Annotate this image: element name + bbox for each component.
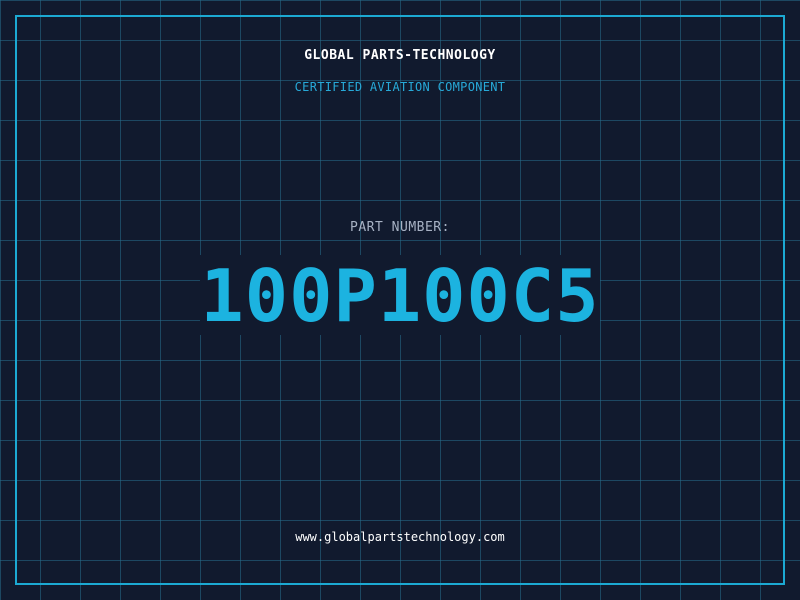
website-url: www.globalpartstechnology.com	[295, 530, 505, 544]
part-number-value: 100P100C5	[200, 254, 600, 338]
part-number-label: PART NUMBER:	[350, 220, 450, 235]
part-label-card: GLOBAL PARTS-TECHNOLOGY CERTIFIED AVIATI…	[0, 0, 800, 600]
company-name: GLOBAL PARTS-TECHNOLOGY	[304, 48, 496, 63]
certification-tagline: CERTIFIED AVIATION COMPONENT	[294, 80, 506, 94]
